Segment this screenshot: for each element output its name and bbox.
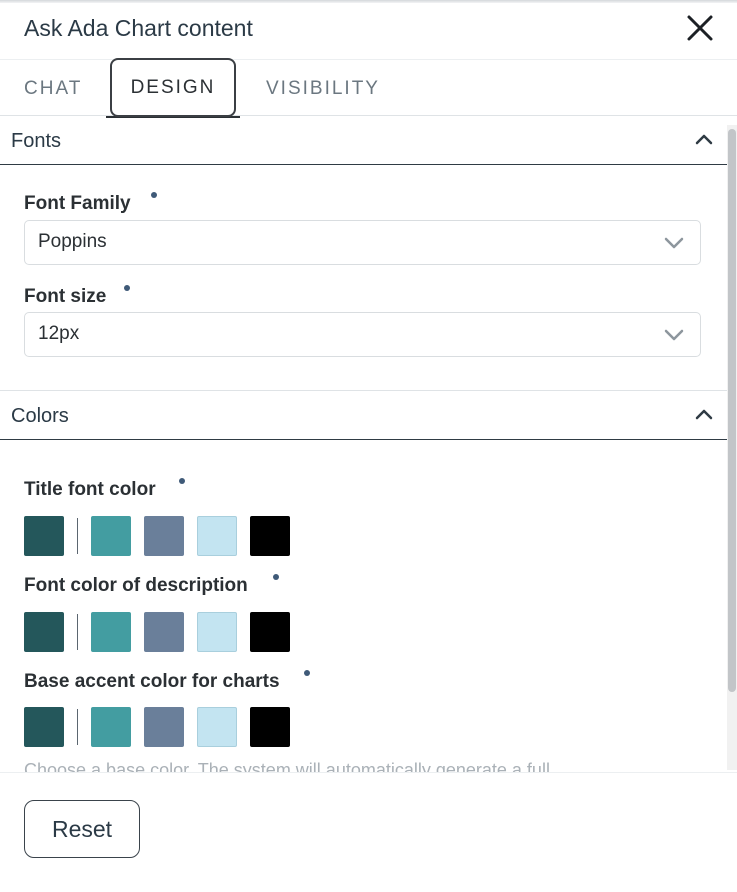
font-family-label: Font Family bbox=[24, 193, 131, 214]
required-dot bbox=[124, 285, 130, 291]
chevron-up-icon[interactable] bbox=[694, 131, 714, 147]
base-accent-color-swatches bbox=[24, 707, 294, 747]
color-swatch[interactable] bbox=[91, 516, 131, 556]
swatch-separator bbox=[77, 614, 78, 650]
font-size-label: Font size bbox=[24, 286, 107, 307]
panel-header: Ask Ada Chart content bbox=[0, 3, 737, 59]
font-family-value: Poppins bbox=[38, 231, 107, 252]
base-color-helper-text: Choose a base color. The system will aut… bbox=[24, 760, 550, 772]
color-swatch[interactable] bbox=[24, 707, 64, 747]
color-swatch[interactable] bbox=[91, 612, 131, 652]
panel-title: Ask Ada Chart content bbox=[24, 15, 253, 41]
color-swatch[interactable] bbox=[91, 707, 131, 747]
color-swatch[interactable] bbox=[250, 612, 290, 652]
color-swatch[interactable] bbox=[197, 612, 237, 652]
chevron-up-icon[interactable] bbox=[694, 406, 714, 422]
panel-footer: Reset bbox=[0, 772, 737, 892]
font-family-select[interactable]: Poppins bbox=[24, 220, 701, 265]
color-swatch[interactable] bbox=[24, 612, 64, 652]
tab-chat[interactable]: CHAT bbox=[24, 60, 80, 117]
colors-section-title: Colors bbox=[11, 405, 69, 427]
colors-section-header[interactable]: Colors bbox=[0, 392, 727, 440]
color-swatch[interactable] bbox=[197, 707, 237, 747]
color-swatch[interactable] bbox=[144, 612, 184, 652]
title-font-color-label: Title font color bbox=[24, 479, 156, 500]
color-swatch[interactable] bbox=[24, 516, 64, 556]
swatch-separator bbox=[77, 709, 78, 745]
chevron-down-icon bbox=[663, 327, 685, 343]
scrollbar-thumb[interactable] bbox=[728, 129, 736, 692]
close-icon[interactable] bbox=[684, 12, 716, 44]
tab-visibility[interactable]: VISIBILITY bbox=[266, 60, 378, 117]
fonts-section-title: Fonts bbox=[11, 130, 62, 152]
tab-design[interactable]: DESIGN bbox=[110, 58, 236, 117]
chevron-down-icon bbox=[663, 235, 685, 251]
color-swatch[interactable] bbox=[144, 707, 184, 747]
color-swatch[interactable] bbox=[250, 707, 290, 747]
reset-button[interactable]: Reset bbox=[24, 800, 140, 858]
required-dot bbox=[151, 192, 157, 198]
required-dot bbox=[273, 574, 279, 580]
font-size-value: 12px bbox=[38, 323, 80, 344]
color-swatch[interactable] bbox=[250, 516, 290, 556]
description-font-color-swatches bbox=[24, 612, 294, 652]
description-font-color-label: Font color of description bbox=[24, 575, 248, 596]
tab-bar: CHAT DESIGN VISIBILITY bbox=[0, 58, 737, 118]
settings-scroll-area[interactable]: Fonts Font Family Poppins Font size 12px… bbox=[0, 117, 737, 772]
title-font-color-swatches bbox=[24, 516, 294, 556]
color-swatch[interactable] bbox=[144, 516, 184, 556]
swatch-separator bbox=[77, 518, 78, 554]
base-accent-color-label: Base accent color for charts bbox=[24, 671, 280, 692]
font-size-select[interactable]: 12px bbox=[24, 312, 701, 357]
color-swatch[interactable] bbox=[197, 516, 237, 556]
fonts-section-header[interactable]: Fonts bbox=[0, 117, 727, 165]
required-dot bbox=[304, 670, 310, 676]
required-dot bbox=[179, 478, 185, 484]
section-divider bbox=[0, 390, 727, 391]
